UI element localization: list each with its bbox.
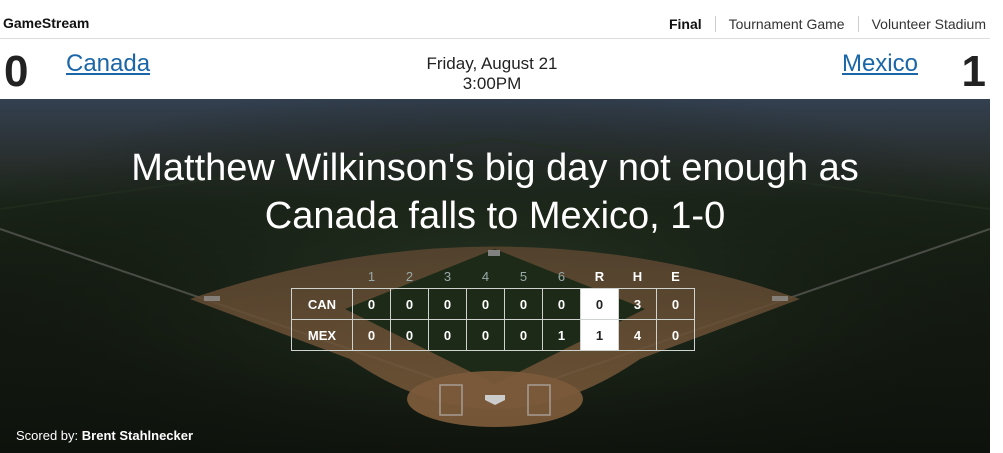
hits-cell: 3 [618,288,657,320]
runs-cell: 0 [580,288,619,320]
inning-header: 1 [367,268,376,284]
team-abbr: CAN [291,288,353,320]
box-score-header-row: 1 2 3 4 5 6 R H E [292,264,695,289]
inning-cell: 0 [504,288,543,320]
inning-cell: 0 [466,319,505,351]
runs-header: R [594,268,605,284]
headline-line-2: Canada falls to Mexico, 1-0 [264,195,726,237]
inning-cell: 0 [352,319,391,351]
box-score-row-home: MEX 0 0 0 0 0 1 1 4 0 [291,319,695,351]
inning-header: 3 [443,268,452,284]
inning-cell: 0 [390,319,429,351]
game-headline: Matthew Wilkinson's big day not enough a… [60,144,930,240]
team-abbr: MEX [291,319,353,351]
box-score-table: 1 2 3 4 5 6 R H E CAN 0 0 0 0 0 0 0 3 0 … [291,264,695,351]
game-status: Final [668,16,702,32]
scorer-name: Brent Stahlnecker [81,428,194,443]
inning-cell: 0 [352,288,391,320]
away-team-link[interactable]: Canada [66,50,150,78]
field-banner: Matthew Wilkinson's big day not enough a… [0,99,990,453]
inning-cell: 0 [390,288,429,320]
home-team-link[interactable]: Mexico [842,50,918,78]
headline-line-1: Matthew Wilkinson's big day not enough a… [131,147,859,189]
game-date: Friday, August 21 [426,54,558,73]
errors-cell: 0 [656,288,695,320]
hits-cell: 4 [618,319,657,351]
box-score-row-away: CAN 0 0 0 0 0 0 0 3 0 [291,288,695,320]
inning-cell: 1 [542,319,581,351]
scored-by: Scored by: Brent Stahlnecker [16,428,193,443]
venue: Volunteer Stadium [857,16,986,32]
away-score: 0 [4,47,29,96]
inning-cell: 0 [428,319,467,351]
errors-header: E [671,268,680,284]
top-bar: GameStream Final Tournament Game Volunte… [0,0,990,39]
inning-cell: 0 [428,288,467,320]
game-datetime: Friday, August 21 3:00PM [392,54,592,94]
game-type: Tournament Game [714,16,858,32]
home-score: 1 [961,47,986,96]
score-header: 0 Canada Friday, August 21 3:00PM Mexico… [0,39,990,99]
inning-header: 4 [481,268,490,284]
inning-cell: 0 [542,288,581,320]
inning-header: 6 [557,268,566,284]
inning-header: 2 [405,268,414,284]
inning-cell: 0 [504,319,543,351]
scored-by-label: Scored by: [16,428,79,443]
hits-header: H [632,268,643,284]
inning-cell: 0 [466,288,505,320]
inning-header: 5 [519,268,528,284]
game-meta: Final Tournament Game Volunteer Stadium [656,16,986,32]
game-time: 3:00PM [462,74,522,93]
runs-cell: 1 [580,319,619,351]
team-column-header [292,264,353,289]
brand-logo: GameStream [3,15,90,31]
errors-cell: 0 [656,319,695,351]
